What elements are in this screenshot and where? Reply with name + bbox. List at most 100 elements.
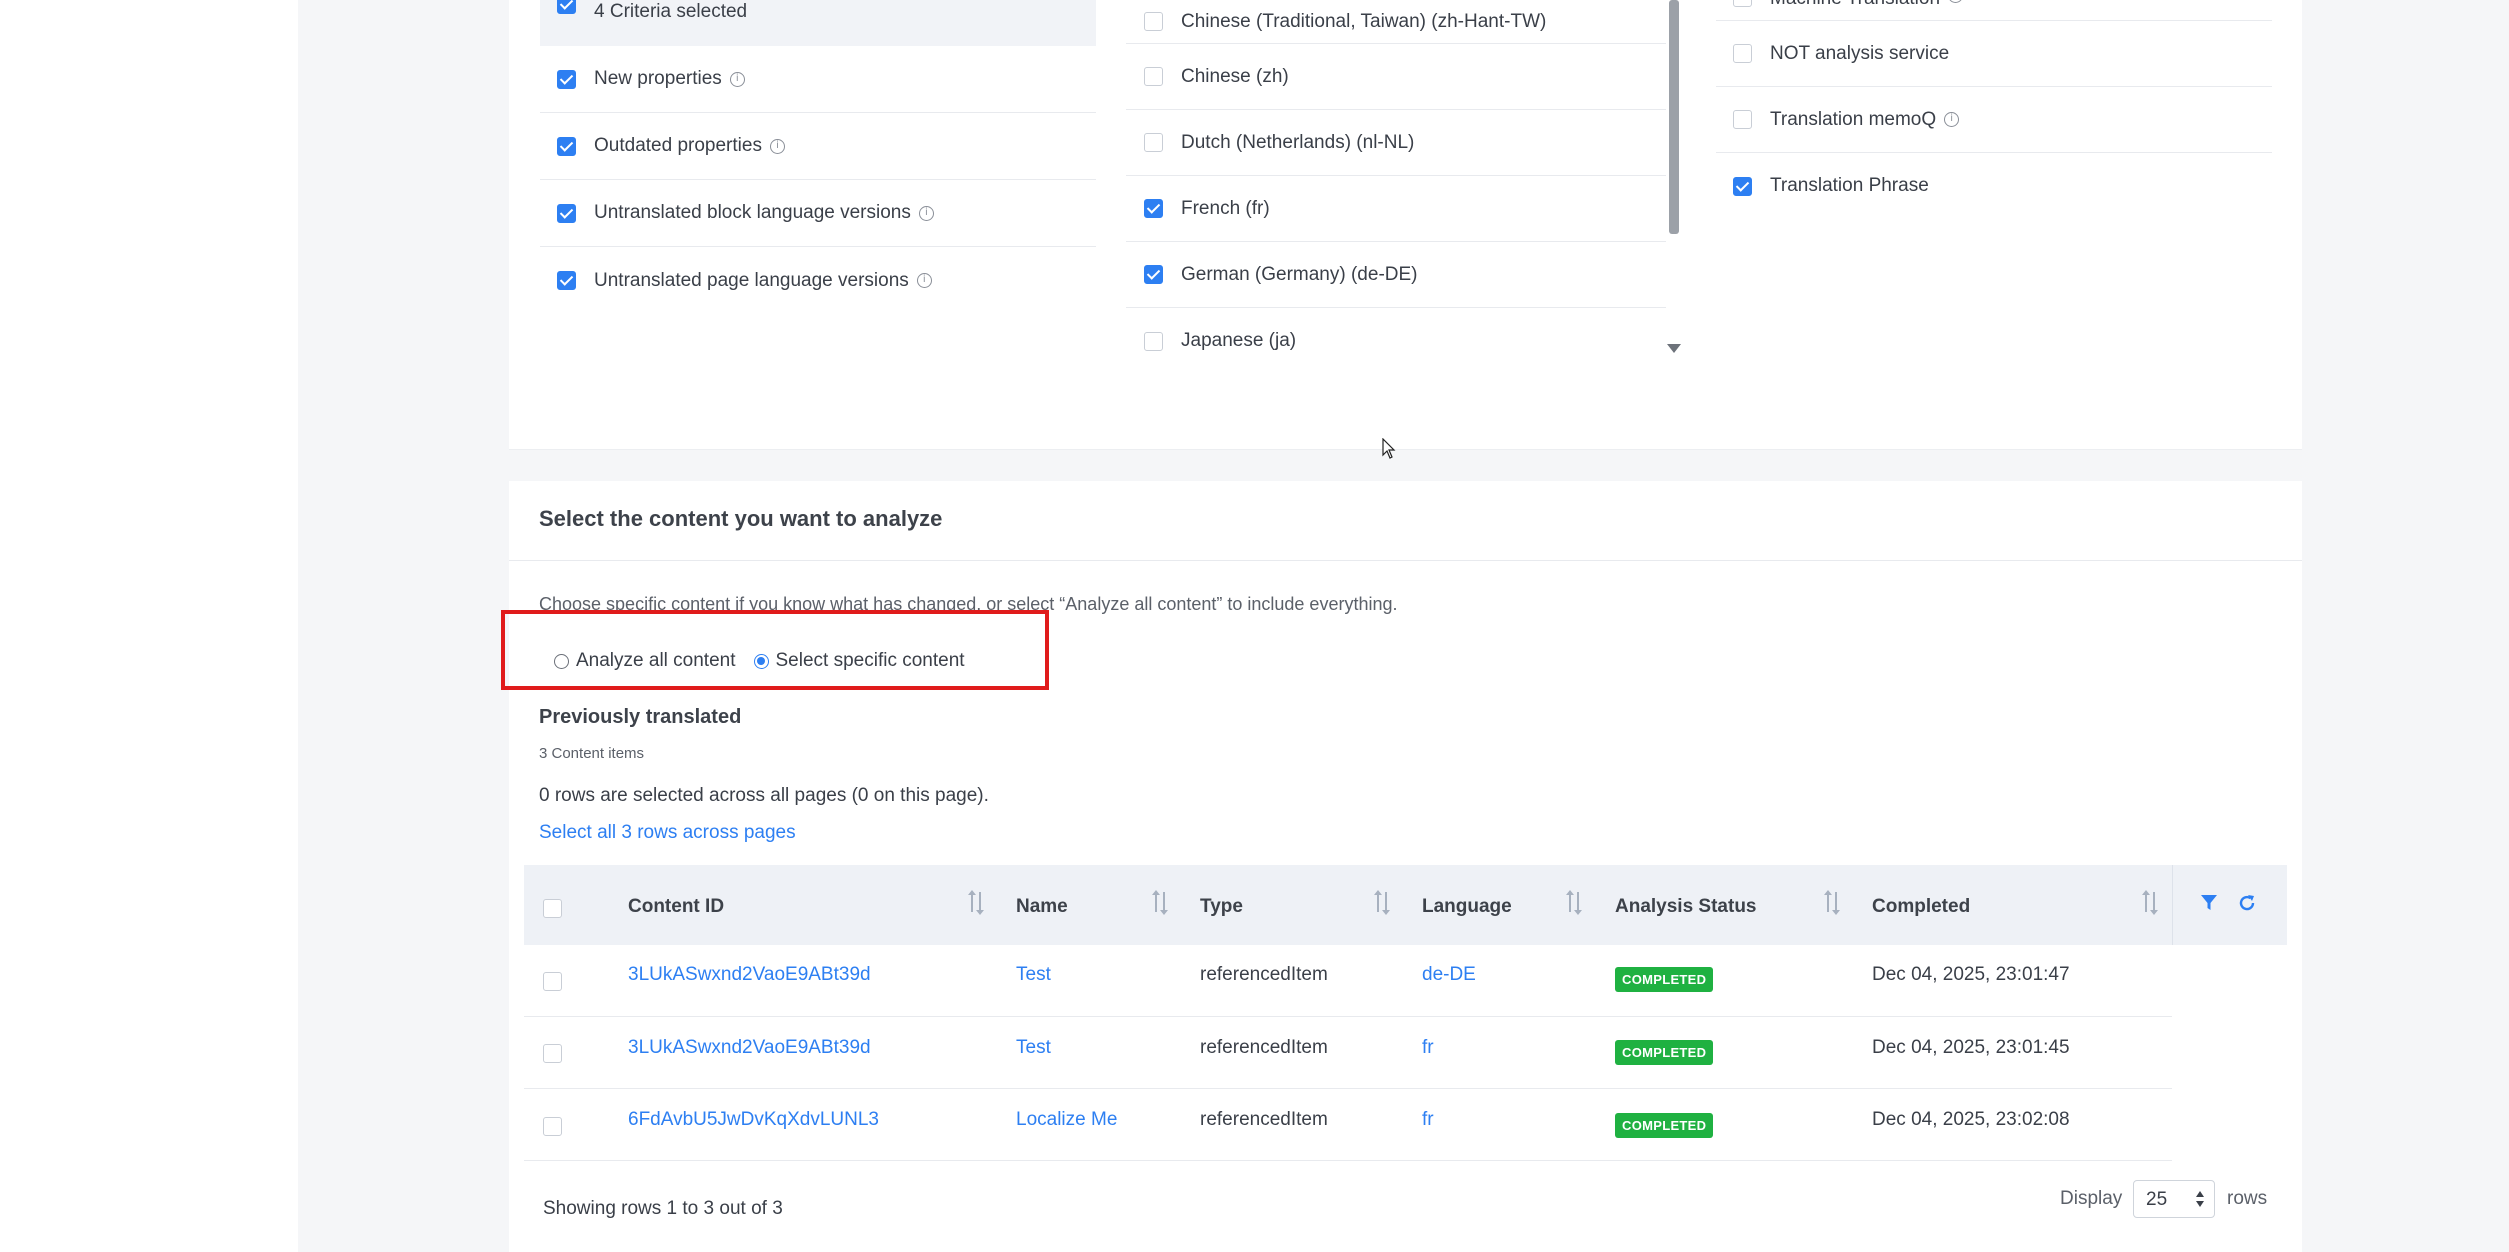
service-item[interactable]: NOT analysis service	[1716, 21, 2272, 87]
info-icon[interactable]: i	[1948, 0, 1964, 3]
criteria-item-new-properties[interactable]: New properties i	[540, 46, 1096, 113]
service-label: Translation memoQ	[1770, 108, 1937, 130]
name-link[interactable]: Test	[1016, 964, 1051, 986]
content-id-link[interactable]: 3LUkASwxnd2VaoE9ABt39d	[628, 964, 871, 986]
rows-per-page-select[interactable]: 25	[2133, 1180, 2215, 1218]
language-label: Japanese (ja)	[1181, 330, 1297, 351]
sort-icon[interactable]	[1824, 890, 1841, 916]
sort-icon[interactable]	[1566, 890, 1583, 916]
table-header	[524, 865, 2287, 945]
language-item[interactable]: Chinese (zh)	[1126, 44, 1666, 110]
checkbox-icon[interactable]	[1144, 67, 1163, 86]
language-list-scrollbar[interactable]	[1669, 0, 1679, 234]
table-row[interactable]: 3LUkASwxnd2VaoE9ABt39d Test referencedIt…	[524, 1017, 2172, 1089]
criteria-selected-summary[interactable]: 4 Criteria selected	[540, 0, 1096, 46]
status-badge: COMPLETED	[1615, 1113, 1714, 1138]
service-label: Translation Phrase	[1770, 175, 1929, 196]
select-all-rows-link[interactable]: Select all 3 rows across pages	[539, 822, 796, 844]
type-cell: referencedItem	[1200, 1109, 1328, 1130]
column-header-content-id[interactable]: Content ID	[628, 896, 724, 918]
info-icon[interactable]: i	[769, 138, 785, 154]
radio-selected-icon[interactable]	[753, 653, 769, 669]
service-item[interactable]: Translation memoQ i	[1716, 87, 2272, 153]
content-items-count: 3 Content items	[539, 745, 645, 762]
language-item[interactable]: French (fr)	[1126, 176, 1666, 242]
info-icon[interactable]: i	[916, 273, 932, 288]
row-checkbox[interactable]	[543, 972, 562, 991]
criteria-summary-label: 4 Criteria selected	[594, 1, 748, 22]
select-arrows-icon	[2196, 1191, 2204, 1209]
service-label: Machine Translation	[1770, 0, 1940, 10]
service-label: NOT analysis service	[1770, 42, 1950, 64]
checkbox-checked-icon[interactable]	[1144, 199, 1163, 218]
checkbox-icon[interactable]	[1144, 331, 1163, 351]
radio-label: Select specific content	[775, 650, 965, 671]
column-header-type[interactable]: Type	[1200, 896, 1243, 918]
checkbox-icon[interactable]	[1733, 0, 1752, 7]
language-label: Chinese (zh)	[1181, 65, 1289, 87]
language-item[interactable]: Dutch (Netherlands) (nl-NL)	[1126, 110, 1666, 176]
checkbox-checked-icon[interactable]	[557, 136, 576, 156]
checkbox-checked-icon[interactable]	[557, 69, 576, 89]
sort-icon[interactable]	[968, 890, 985, 916]
toolbar-separator	[2172, 865, 2173, 945]
checkbox-checked-icon[interactable]	[557, 203, 576, 223]
filter-icon[interactable]	[2199, 893, 2219, 913]
radio-icon[interactable]	[554, 653, 569, 669]
checkbox-checked-icon[interactable]	[1144, 265, 1163, 284]
criteria-list: 4 Criteria selected New properties i Out…	[540, 0, 1096, 314]
language-label: French (fr)	[1181, 197, 1270, 219]
radio-select-specific[interactable]: Select specific content	[753, 650, 965, 672]
display-label: Display	[2060, 1188, 2123, 1209]
language-item[interactable]: Japanese (ja)	[1126, 308, 1666, 360]
table-row[interactable]: 3LUkASwxnd2VaoE9ABt39d Test referencedIt…	[524, 945, 2172, 1017]
refresh-icon[interactable]	[2237, 893, 2257, 913]
checkbox-icon[interactable]	[1144, 12, 1163, 31]
selection-info: 0 rows are selected across all pages (0 …	[539, 785, 989, 806]
content-id-link[interactable]: 3LUkASwxnd2VaoE9ABt39d	[628, 1037, 871, 1059]
completed-cell: Dec 04, 2025, 23:02:08	[1872, 1109, 2070, 1130]
criteria-item-untranslated-block[interactable]: Untranslated block language versions i	[540, 180, 1096, 247]
info-icon[interactable]: i	[729, 71, 745, 87]
column-header-analysis-status[interactable]: Analysis Status	[1615, 896, 1757, 918]
checkbox-checked-icon[interactable]	[557, 0, 576, 14]
row-checkbox[interactable]	[543, 1044, 562, 1063]
sort-icon[interactable]	[2142, 890, 2159, 916]
service-item[interactable]: Translation Phrase	[1716, 153, 2272, 219]
status-badge: COMPLETED	[1615, 967, 1714, 992]
column-header-completed[interactable]: Completed	[1872, 896, 1970, 918]
language-label: Dutch (Netherlands) (nl-NL)	[1181, 131, 1415, 153]
column-header-language[interactable]: Language	[1422, 896, 1512, 918]
language-item[interactable]: Chinese (Traditional, Taiwan) (zh-Hant-T…	[1126, 0, 1666, 44]
select-all-checkbox[interactable]	[543, 899, 562, 918]
row-checkbox[interactable]	[543, 1117, 562, 1136]
column-header-name[interactable]: Name	[1016, 896, 1068, 918]
checkbox-checked-icon[interactable]	[1733, 176, 1752, 196]
language-link[interactable]: de-DE	[1422, 964, 1476, 986]
service-item[interactable]: Machine Translation i	[1716, 0, 2272, 21]
language-link[interactable]: fr	[1422, 1109, 1434, 1131]
criteria-item-untranslated-page[interactable]: Untranslated page language versions i	[540, 247, 1096, 314]
checkbox-icon[interactable]	[1733, 44, 1752, 63]
language-item[interactable]: German (Germany) (de-DE)	[1126, 242, 1666, 308]
sort-icon[interactable]	[1152, 890, 1169, 916]
scroll-down-arrow-icon[interactable]	[1667, 344, 1681, 353]
info-icon[interactable]: i	[918, 205, 934, 221]
service-list: Machine Translation i NOT analysis servi…	[1716, 0, 2272, 219]
criteria-item-outdated-properties[interactable]: Outdated properties i	[540, 113, 1096, 180]
divider	[509, 560, 2302, 561]
info-icon[interactable]: i	[1944, 112, 1960, 127]
name-link[interactable]: Localize Me	[1016, 1109, 1117, 1131]
table-row[interactable]: 6FdAvbU5JwDvKqXdvLUNL3 Localize Me refer…	[524, 1089, 2172, 1161]
radio-analyze-all[interactable]: Analyze all content	[554, 650, 736, 672]
content-id-link[interactable]: 6FdAvbU5JwDvKqXdvLUNL3	[628, 1109, 879, 1131]
checkbox-icon[interactable]	[1144, 133, 1163, 152]
checkbox-checked-icon[interactable]	[557, 271, 576, 290]
completed-cell: Dec 04, 2025, 23:01:47	[1872, 964, 2070, 985]
rows-per-page-value: 25	[2146, 1189, 2168, 1210]
name-link[interactable]: Test	[1016, 1037, 1051, 1059]
language-link[interactable]: fr	[1422, 1037, 1434, 1059]
rows-label: rows	[2227, 1188, 2268, 1209]
sort-icon[interactable]	[1374, 890, 1391, 916]
checkbox-icon[interactable]	[1733, 110, 1752, 129]
